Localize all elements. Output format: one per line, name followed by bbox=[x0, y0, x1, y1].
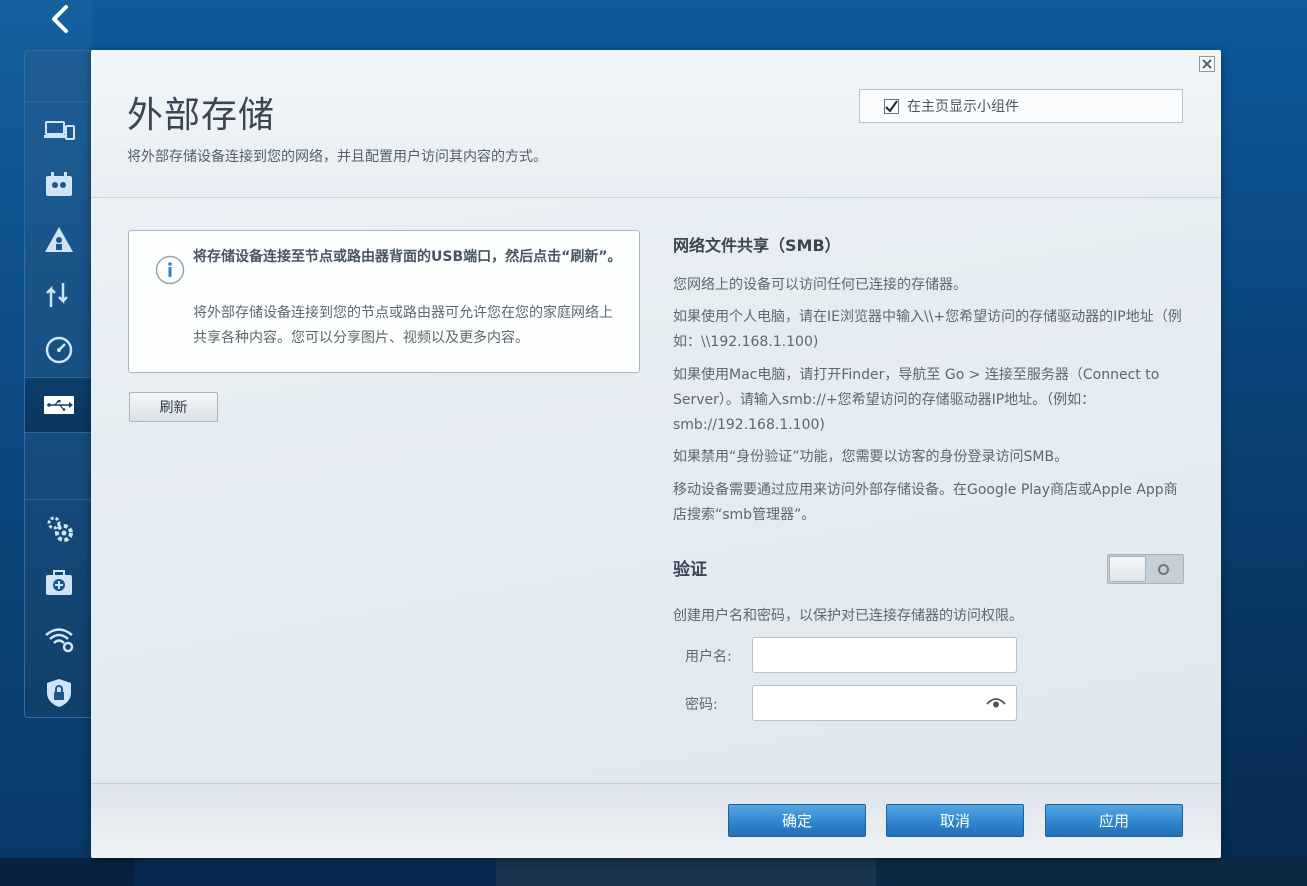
dialog-header: 外部存储 将外部存储设备连接到您的网络，并且配置用户访问其内容的方式。 在主页显… bbox=[91, 50, 1221, 198]
smb-paragraph: 您网络上的设备可以访问任何已连接的存储器。 bbox=[673, 277, 967, 293]
info-icon bbox=[155, 255, 185, 285]
shield-lock-icon bbox=[47, 679, 71, 707]
devices-icon bbox=[44, 121, 75, 140]
background-footer-panel bbox=[496, 858, 876, 886]
warning-people-icon bbox=[45, 227, 73, 252]
show-widget-checkbox[interactable] bbox=[884, 98, 899, 114]
show-widget-option[interactable]: 在主页显示小组件 bbox=[859, 89, 1183, 123]
speedometer-icon bbox=[45, 336, 73, 364]
sidebar-item-external-storage[interactable] bbox=[25, 378, 93, 432]
sidebar-item-wireless[interactable] bbox=[25, 611, 93, 665]
ok-button[interactable]: 确定 bbox=[728, 804, 866, 837]
auth-toggle[interactable] bbox=[1107, 554, 1184, 584]
smb-paragraph: 如果使用个人电脑，请在IE浏览器中输入\\+您希望访问的存储驱动器的IP地址（例… bbox=[673, 309, 1182, 350]
cancel-button[interactable]: 取消 bbox=[886, 804, 1024, 837]
show-widget-label: 在主页显示小组件 bbox=[907, 99, 1019, 115]
sidebar-item-troubleshoot[interactable] bbox=[25, 556, 93, 610]
username-label: 用户名: bbox=[685, 649, 732, 665]
smb-paragraph: 如果使用Mac电脑，请打开Finder，导航至 Go > 连接至服务器（Conn… bbox=[673, 367, 1160, 433]
sidebar-divider bbox=[25, 101, 93, 102]
close-button[interactable] bbox=[1199, 56, 1215, 72]
usb-info-box: 将存储设备连接至节点或路由器背面的USB端口，然后点击“刷新”。 将外部存储设备… bbox=[128, 230, 640, 373]
sidebar-divider bbox=[25, 432, 93, 433]
password-input[interactable] bbox=[752, 685, 1017, 721]
gears-icon bbox=[47, 516, 73, 542]
sidebar-item-speedtest[interactable] bbox=[25, 323, 93, 377]
wifi-settings-icon bbox=[45, 628, 74, 653]
checkmark-icon bbox=[885, 99, 898, 113]
apply-button[interactable]: 应用 bbox=[1045, 804, 1183, 837]
sidebar-item-priority[interactable] bbox=[25, 268, 93, 322]
auth-section-title: 验证 bbox=[673, 560, 707, 580]
refresh-button[interactable]: 刷新 bbox=[129, 392, 218, 422]
sidebar-item-parental[interactable] bbox=[25, 158, 93, 212]
sidebar bbox=[24, 50, 93, 720]
priority-arrows-icon bbox=[46, 283, 68, 307]
external-storage-dialog: 外部存储 将外部存储设备连接到您的网络，并且配置用户访问其内容的方式。 在主页显… bbox=[91, 50, 1221, 858]
username-input[interactable] bbox=[752, 637, 1017, 673]
sidebar-divider bbox=[25, 499, 93, 500]
back-button[interactable] bbox=[40, 0, 80, 38]
password-label: 密码: bbox=[685, 697, 718, 713]
sidebar-item-guest[interactable] bbox=[25, 213, 93, 267]
sidebar-item-devices[interactable] bbox=[25, 103, 93, 157]
page-title: 外部存储 bbox=[127, 95, 276, 136]
first-aid-icon bbox=[46, 570, 72, 595]
sidebar-item-settings[interactable] bbox=[25, 501, 93, 555]
usb-icon bbox=[44, 396, 74, 414]
smb-paragraph: 移动设备需要通过应用来访问外部存储设备。在Google Play商店或Apple… bbox=[673, 482, 1178, 523]
auth-description: 创建用户名和密码，以保护对已连接存储器的访问权限。 bbox=[673, 608, 1023, 624]
calendar-family-icon bbox=[46, 172, 72, 196]
page-subtitle: 将外部存储设备连接到您的网络，并且配置用户访问其内容的方式。 bbox=[127, 149, 547, 165]
close-icon bbox=[1202, 59, 1212, 69]
smb-section-title: 网络文件共享（SMB） bbox=[673, 236, 841, 255]
background-footer-right bbox=[878, 858, 1307, 886]
background-footer-left bbox=[0, 858, 135, 886]
toggle-off-indicator-icon bbox=[1158, 564, 1169, 575]
chevron-left-icon bbox=[52, 5, 68, 33]
info-title: 将存储设备连接至节点或路由器背面的USB端口，然后点击“刷新”。 bbox=[193, 249, 622, 265]
sidebar-item-security[interactable] bbox=[25, 666, 93, 720]
show-password-icon[interactable] bbox=[986, 696, 1006, 710]
dialog-footer: 确定 取消 应用 bbox=[91, 783, 1221, 858]
toggle-knob[interactable] bbox=[1109, 556, 1146, 582]
info-text: 将外部存储设备连接到您的节点或路由器可允许您在您的家庭网络上共享各种内容。您可以… bbox=[193, 305, 613, 346]
smb-paragraph: 如果禁用“身份验证”功能，您需要以访客的身份登录访问SMB。 bbox=[673, 449, 1069, 465]
